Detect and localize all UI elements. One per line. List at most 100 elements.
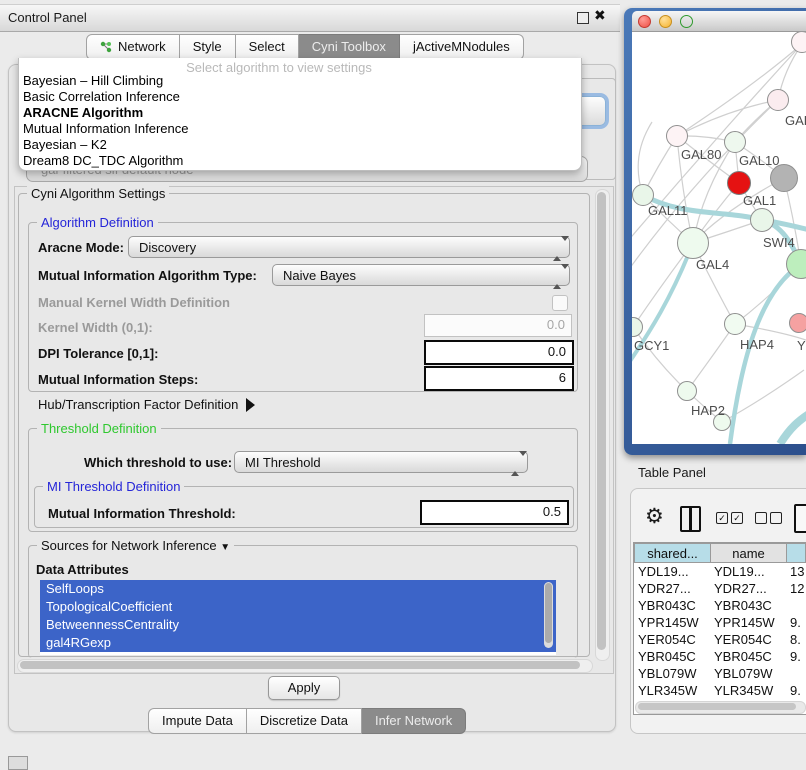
- table-cell[interactable]: YDR27...: [634, 580, 714, 597]
- kernel-width-field[interactable]: 0.0: [424, 314, 572, 337]
- table-cell[interactable]: YDL19...: [634, 563, 714, 580]
- expanded-arrow-icon: ▼: [220, 542, 230, 553]
- mi-type-value: Naive Bayes: [283, 268, 356, 283]
- bottom-left-widget[interactable]: [8, 756, 28, 770]
- tab-label: Select: [249, 35, 285, 59]
- network-node-selected-red[interactable]: [727, 171, 751, 195]
- mi-threshold-field[interactable]: 0.5: [420, 500, 569, 525]
- network-canvas[interactable]: GAL GAL80 GAL10 GAL1 GAL11 GAL4 SWI4 GCY…: [632, 32, 806, 444]
- network-node-gray[interactable]: [770, 164, 798, 192]
- column-header-name[interactable]: name: [710, 543, 787, 563]
- table-cell[interactable]: YBL079W: [710, 665, 790, 682]
- dpi-tolerance-field[interactable]: 0.0: [424, 340, 574, 365]
- table-cell[interactable]: YBR045C: [634, 648, 714, 665]
- maximize-traffic-light[interactable]: [680, 15, 693, 28]
- aracne-mode-select[interactable]: Discovery: [128, 236, 570, 258]
- tab-discretize-data[interactable]: Discretize Data: [247, 708, 362, 734]
- table-cell[interactable]: YBR045C: [710, 648, 790, 665]
- attribute-item-selected[interactable]: SelfLoops: [40, 580, 556, 598]
- manual-kernel-label: Manual Kernel Width Definition: [38, 295, 230, 310]
- table-cell[interactable]: YPR145W: [710, 614, 790, 631]
- algorithm-option-selected[interactable]: ARACNE Algorithm: [23, 105, 143, 121]
- network-node-salmon[interactable]: [789, 313, 806, 333]
- network-view-window[interactable]: GAL GAL80 GAL10 GAL1 GAL11 GAL4 SWI4 GCY…: [624, 8, 806, 455]
- table-cell[interactable]: [786, 597, 806, 614]
- algorithm-option[interactable]: Basic Correlation Inference: [23, 89, 180, 105]
- float-icon[interactable]: [577, 12, 589, 24]
- node-label: GAL: [785, 113, 806, 128]
- network-node[interactable]: [767, 89, 789, 111]
- table-cell[interactable]: YBL079W: [634, 665, 714, 682]
- table-cell[interactable]: 13: [786, 563, 806, 580]
- tab-cyni-toolbox[interactable]: Cyni Toolbox: [299, 34, 400, 60]
- attribute-item-selected[interactable]: gal4RGexp: [40, 634, 556, 652]
- table-cell[interactable]: YBR043C: [634, 597, 714, 614]
- mi-type-select[interactable]: Naive Bayes: [272, 264, 570, 286]
- tab-style[interactable]: Style: [180, 34, 236, 60]
- table-cell[interactable]: 8.: [786, 631, 806, 648]
- table-cell[interactable]: 12: [786, 580, 806, 597]
- group-title: Cyni Algorithm Settings: [27, 186, 169, 201]
- node-label-gal80: GAL80: [681, 147, 721, 162]
- network-node-hap4[interactable]: [724, 313, 746, 335]
- table-cell[interactable]: YLR345W: [634, 682, 714, 699]
- tab-infer-network[interactable]: Infer Network: [362, 708, 466, 734]
- tab-label: Infer Network: [375, 709, 452, 733]
- table-horizontal-scrollbar[interactable]: [635, 701, 806, 714]
- network-node-gal10[interactable]: [724, 131, 746, 153]
- algorithm-option[interactable]: Dream8 DC_TDC Algorithm: [23, 153, 183, 169]
- algorithm-option[interactable]: Mutual Information Inference: [23, 121, 188, 137]
- mi-steps-field[interactable]: 6: [424, 366, 574, 391]
- table-cell[interactable]: 9.: [786, 682, 806, 699]
- which-threshold-label: Which threshold to use:: [84, 455, 232, 470]
- gear-icon[interactable]: ⚙: [645, 504, 664, 529]
- apply-button[interactable]: Apply: [268, 676, 340, 700]
- data-attributes-list[interactable]: SelfLoops TopologicalCoefficient Between…: [40, 580, 556, 655]
- split-columns-icon[interactable]: [680, 506, 701, 532]
- algorithm-option[interactable]: Bayesian – Hill Climbing: [23, 73, 163, 89]
- tab-impute-data[interactable]: Impute Data: [148, 708, 247, 734]
- table-cell[interactable]: [786, 665, 806, 682]
- table-cell[interactable]: YER054C: [634, 631, 714, 648]
- tab-select[interactable]: Select: [236, 34, 299, 60]
- network-node-gal80[interactable]: [666, 125, 688, 147]
- column-header-shared[interactable]: shared...: [634, 543, 711, 563]
- close-traffic-light[interactable]: [638, 15, 651, 28]
- attribute-item-selected[interactable]: BetweennessCentrality: [40, 616, 556, 634]
- table-cell[interactable]: YDL19...: [710, 563, 790, 580]
- attribute-item-selected[interactable]: TopologicalCoefficient: [40, 598, 556, 616]
- sources-group-title[interactable]: Sources for Network Inference ▼: [37, 538, 234, 553]
- table-cell[interactable]: 9.: [786, 614, 806, 631]
- minimize-traffic-light[interactable]: [659, 15, 672, 28]
- attributes-scrollbar[interactable]: [544, 582, 553, 648]
- algorithm-option[interactable]: Bayesian – K2: [23, 137, 107, 153]
- aracne-mode-label: Aracne Mode:: [38, 240, 124, 255]
- table-cell[interactable]: YBR043C: [710, 597, 790, 614]
- control-panel-tabs: Network Style Select Cyni Toolbox jActiv…: [86, 34, 524, 58]
- panel-title: Control Panel: [8, 10, 87, 25]
- which-threshold-select[interactable]: MI Threshold: [234, 451, 528, 473]
- tab-jactivemnodules[interactable]: jActiveMNodules: [400, 34, 524, 60]
- close-icon[interactable]: ✖: [594, 7, 606, 24]
- checked-columns-icon[interactable]: ✓✓: [716, 512, 746, 527]
- network-window-titlebar[interactable]: [632, 11, 806, 32]
- column-header-partial[interactable]: [786, 543, 806, 563]
- table-cell[interactable]: 9.: [786, 648, 806, 665]
- network-node-gal1[interactable]: [750, 208, 774, 232]
- network-node-hap2[interactable]: [677, 381, 697, 401]
- table-cell[interactable]: YPR145W: [634, 614, 714, 631]
- table-cell[interactable]: YER054C: [710, 631, 790, 648]
- network-node-gal4[interactable]: [677, 227, 709, 259]
- document-icon[interactable]: [794, 504, 806, 533]
- tab-label: Style: [193, 35, 222, 59]
- settings-horizontal-scrollbar[interactable]: [17, 659, 593, 673]
- table-cell[interactable]: YDR27...: [710, 580, 790, 597]
- node-label-gal4: GAL4: [696, 257, 729, 272]
- hub-definition-toggle[interactable]: Hub/Transcription Factor Definition: [38, 397, 255, 412]
- tab-network[interactable]: Network: [86, 34, 180, 60]
- table-cell[interactable]: YLR345W: [710, 682, 790, 699]
- manual-kernel-checkbox[interactable]: [552, 295, 568, 311]
- collapsed-arrow-icon: [246, 398, 255, 412]
- unchecked-columns-icon[interactable]: [755, 512, 785, 527]
- settings-vertical-scrollbar[interactable]: [595, 189, 610, 661]
